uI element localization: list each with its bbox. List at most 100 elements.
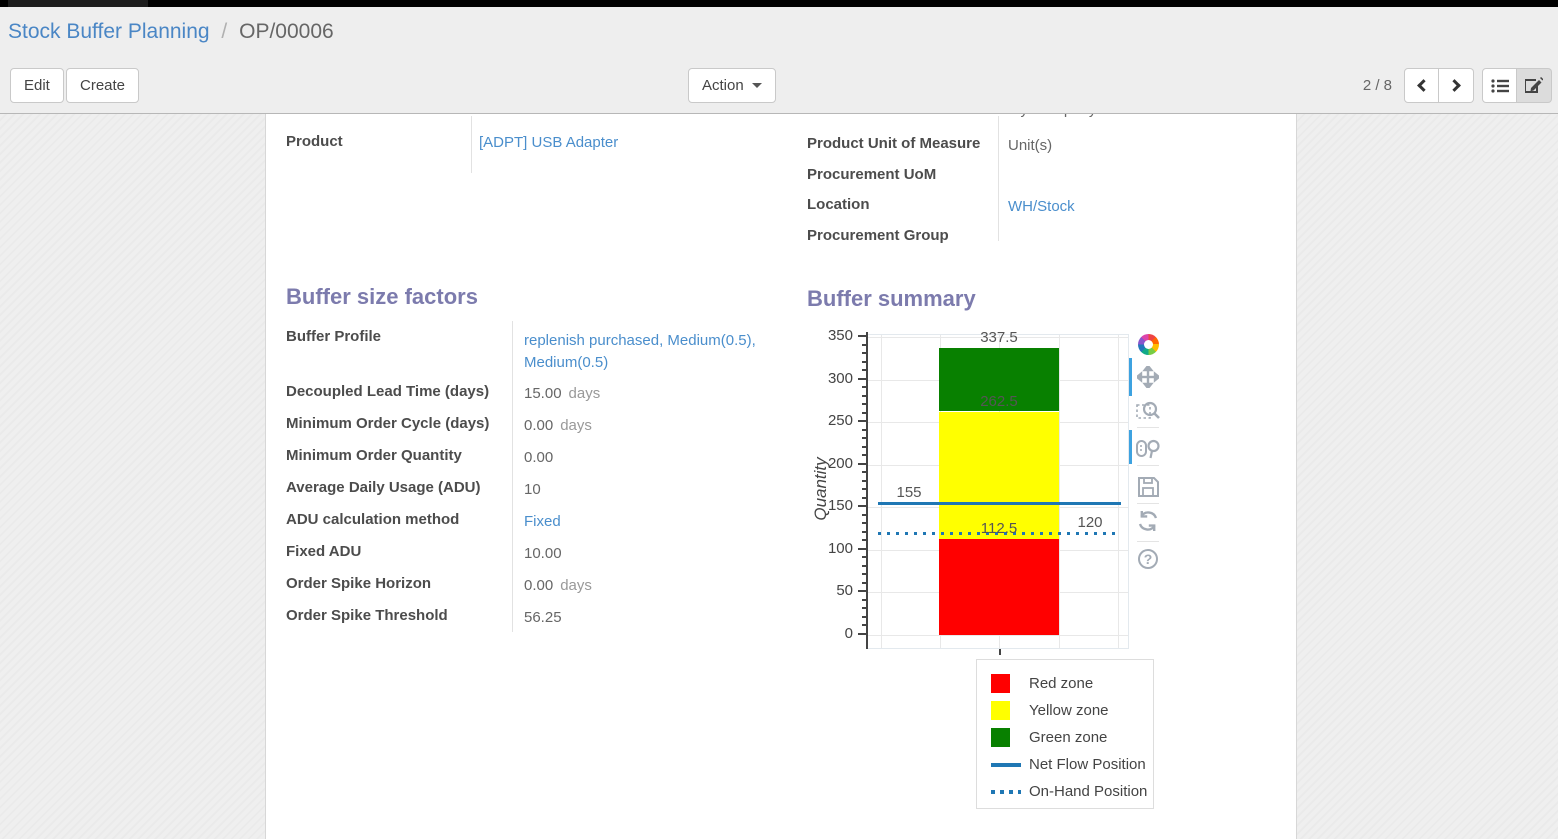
y-axis-tick [862,412,866,414]
y-axis-tick [858,463,866,465]
order-spike-threshold-value: 56.25 [524,609,562,626]
y-axis-tick [858,378,866,380]
decoupled-lead-time-days--value: 15.00days [524,385,600,402]
y-axis-tick [862,573,866,575]
y-axis-tick [862,344,866,346]
y-axis-tick [862,616,866,618]
y-axis-tick [858,335,866,337]
box-zoom-icon[interactable] [1135,398,1161,424]
list-view-icon [1491,78,1509,94]
pan-icon[interactable] [1135,364,1161,390]
pager-previous-button[interactable] [1404,68,1439,103]
breadcrumb: Stock Buffer Planning / OP/00006 [8,20,334,44]
legend-label: Net Flow Position [1029,756,1146,773]
y-axis-tick [862,395,866,397]
hover-compare-icon[interactable] [1135,436,1161,462]
chevron-right-icon [1448,79,1461,92]
pager-value: 2 / 8 [1363,77,1392,94]
y-axis-tick [862,522,866,524]
legend-item-red-zone[interactable]: Red zone [991,670,1153,697]
form-view-button[interactable] [1517,68,1552,103]
company-field-value-clipped: My Company [1008,114,1096,118]
fixed-adu-label: Fixed ADU [286,543,361,560]
y-axis-tick [862,514,866,516]
order-spike-threshold-label: Order Spike Threshold [286,607,448,624]
chart-legend: Red zone Yellow zone Green zone Net Flow Po… [976,659,1154,809]
location-value[interactable]: WH/Stock [1008,198,1075,215]
order-spike-horizon-label: Order Spike Horizon [286,575,431,592]
buffer-profile-value[interactable]: replenish purchased, Medium(0.5), Medium… [524,330,774,374]
average-daily-usage-adu--value: 10 [524,481,541,498]
line-swatch-icon [991,790,1021,794]
legend-item-green-zone[interactable]: Green zone [991,724,1153,751]
legend-label: Yellow zone [1029,702,1109,719]
pager-nav-group [1404,68,1474,103]
decoupled-lead-time-days--label: Decoupled Lead Time (days) [286,383,489,400]
gridline [867,635,1128,636]
modebar-separator [1137,427,1159,428]
y-axis-tick [858,590,866,592]
line-value-label: 120 [1055,514,1125,531]
plotly-logo-icon[interactable] [1135,331,1161,357]
minimum-order-quantity-value: 0.00 [524,449,553,466]
y-axis-tick [862,556,866,558]
adu-calculation-method-value[interactable]: Fixed [524,513,561,530]
field-divider [512,321,513,632]
field-divider [998,116,999,241]
gridline [1118,335,1119,648]
unit-label: days [569,385,601,402]
reset-axes-icon[interactable] [1135,508,1161,534]
field-divider [471,116,472,173]
legend-item-yellow-zone[interactable]: Yellow zone [991,697,1153,724]
product-unit-of-measure-label: Product Unit of Measure [807,135,980,152]
legend-item-net-flow-position[interactable]: Net Flow Position [991,751,1153,778]
help-icon[interactable]: ? [1135,546,1161,572]
product-field-label: Product [286,133,343,150]
modebar-separator [1137,503,1159,504]
line-swatch-icon [991,763,1021,767]
legend-item-on-hand-position[interactable]: On-Hand Position [991,778,1153,805]
y-axis-tick [862,369,866,371]
y-axis-tick [862,437,866,439]
action-dropdown-button[interactable]: Action [688,68,776,103]
line-value-label: 155 [874,484,944,501]
y-axis-tick [862,446,866,448]
legend-label: On-Hand Position [1029,783,1147,800]
unit-label: days [560,417,592,434]
y-axis-tick [858,505,866,507]
form-view-icon [1525,77,1543,94]
top-menu-segment [8,0,148,7]
location-label: Location [807,196,870,213]
product-field-value[interactable]: [ADPT] USB Adapter [479,134,618,151]
edit-button[interactable]: Edit [10,68,64,103]
caret-down-icon [752,83,762,88]
unit-label: days [560,577,592,594]
y-axis-tick [862,429,866,431]
control-panel: Stock Buffer Planning / OP/00006 Edit Cr… [0,7,1558,114]
modebar-active-indicator [1129,358,1132,396]
y-tick-label: 350 [809,327,853,344]
chevron-left-icon [1417,79,1430,92]
buffer-profile-label: Buffer Profile [286,328,381,345]
y-axis-tick [858,548,866,550]
minimum-order-quantity-label: Minimum Order Quantity [286,447,462,464]
list-view-button[interactable] [1482,68,1517,103]
color-swatch [991,728,1021,747]
y-axis-tick [862,386,866,388]
zone-top-label: 337.5 [964,329,1034,346]
y-axis-tick [862,599,866,601]
create-button[interactable]: Create [66,68,139,103]
breadcrumb-current: OP/00006 [239,20,334,43]
y-axis-tick [862,454,866,456]
zone-top-label: 112.5 [964,520,1034,537]
y-axis-tick [862,565,866,567]
y-axis-tick [862,531,866,533]
modebar-separator [1137,465,1159,466]
procurement-group-label: Procurement Group [807,227,949,244]
download-plot-icon[interactable] [1135,474,1161,500]
breadcrumb-parent-link[interactable]: Stock Buffer Planning [8,20,210,43]
net-flow-position-line [878,502,1121,505]
pager-next-button[interactable] [1439,68,1474,103]
buffer-size-factors-title: Buffer size factors [286,284,478,310]
y-axis-tick [862,480,866,482]
